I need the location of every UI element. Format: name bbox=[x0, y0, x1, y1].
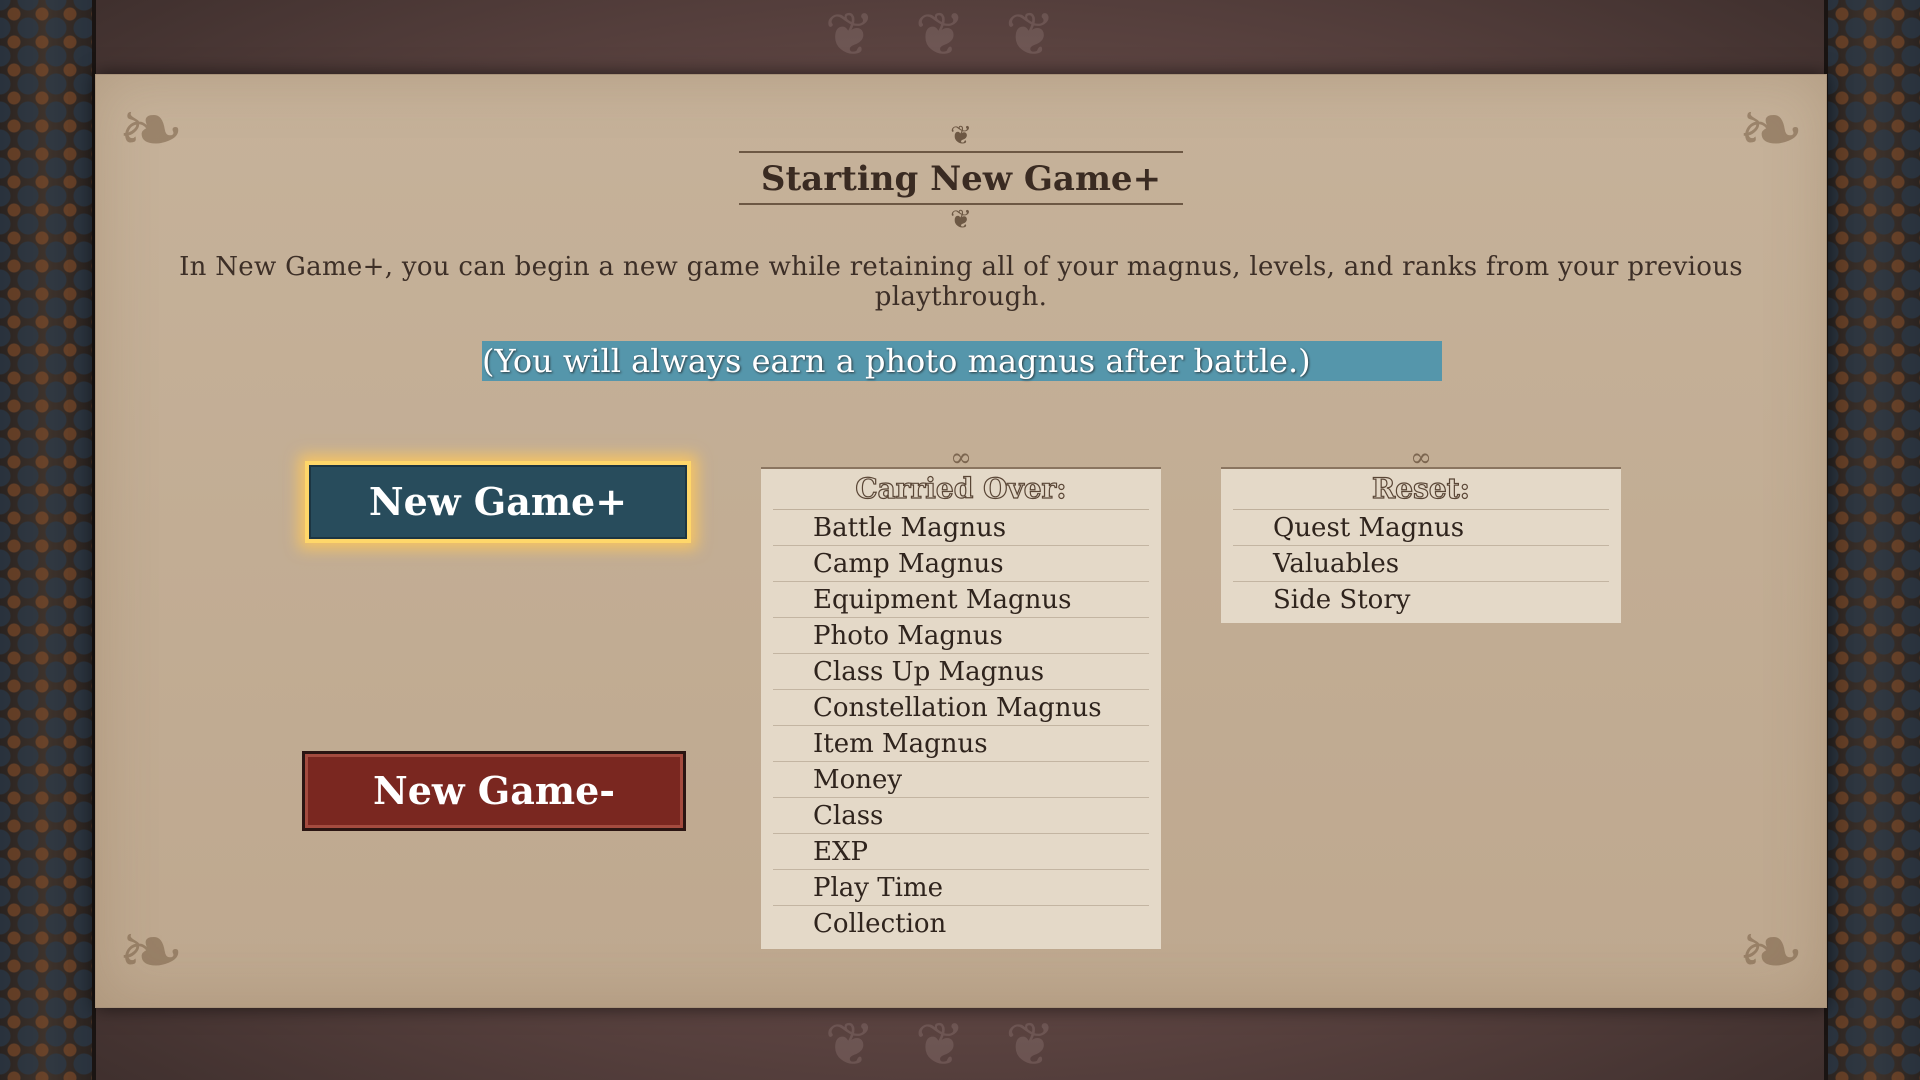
reset-header: Reset: bbox=[1233, 469, 1609, 510]
corner-flourish-icon: ❧ bbox=[117, 905, 185, 998]
new-game-plus-dialog: ❧ ❧ ❧ ❧ ❦ Starting New Game+ ❦ In New Ga… bbox=[95, 74, 1827, 1008]
corner-flourish-icon: ❧ bbox=[117, 83, 185, 176]
title-flourish-icon: ❦ bbox=[950, 205, 972, 235]
list-item: Constellation Magnus bbox=[773, 690, 1149, 726]
title-flourish-icon: ❦ bbox=[950, 121, 972, 151]
corner-flourish-icon: ❧ bbox=[1737, 83, 1805, 176]
corner-flourish-icon: ❧ bbox=[1737, 905, 1805, 998]
list-item: Collection bbox=[813, 909, 947, 939]
photo-magnus-notice: (You will always earn a photo magnus aft… bbox=[482, 341, 1442, 381]
carried-over-list: ∞ Carried Over: Battle Magnus Camp Magnu… bbox=[761, 443, 1161, 949]
list-item: Play Time bbox=[773, 870, 1149, 906]
bottom-background-ornament: ❦❦❦ bbox=[824, 1010, 1096, 1080]
list-item: Class Up Magnus bbox=[773, 654, 1149, 690]
reset-list: ∞ Reset: Quest Magnus Valuables Side Sto… bbox=[1221, 443, 1621, 623]
list-item: Class bbox=[773, 798, 1149, 834]
list-item: Item Magnus bbox=[773, 726, 1149, 762]
list-ornament-icon: ∞ bbox=[1410, 443, 1432, 473]
list-item: Money bbox=[773, 762, 1149, 798]
description-text: In New Game+, you can begin a new game w… bbox=[179, 252, 1743, 312]
list-item: Valuables bbox=[1233, 546, 1609, 582]
list-ornament-icon: ∞ bbox=[950, 443, 972, 473]
top-background-ornament: ❦❦❦ bbox=[824, 0, 1096, 70]
left-border-pattern bbox=[0, 0, 96, 1080]
right-border-pattern bbox=[1824, 0, 1920, 1080]
list-item: Camp Magnus bbox=[773, 546, 1149, 582]
list-item: EXP bbox=[773, 834, 1149, 870]
dialog-title: Starting New Game+ bbox=[760, 159, 1162, 199]
list-item: Equipment Magnus bbox=[773, 582, 1149, 618]
list-item: Photo Magnus bbox=[773, 618, 1149, 654]
new-game-plus-button[interactable]: New Game+ bbox=[305, 461, 691, 543]
title-banner: ❦ Starting New Game+ ❦ bbox=[739, 119, 1183, 239]
title-divider bbox=[739, 151, 1183, 153]
list-item: Battle Magnus bbox=[773, 510, 1149, 546]
new-game-minus-button[interactable]: New Game- bbox=[302, 751, 686, 831]
list-item: Side Story bbox=[1273, 585, 1411, 615]
carried-over-header: Carried Over: bbox=[773, 469, 1149, 510]
list-item: Quest Magnus bbox=[1233, 510, 1609, 546]
